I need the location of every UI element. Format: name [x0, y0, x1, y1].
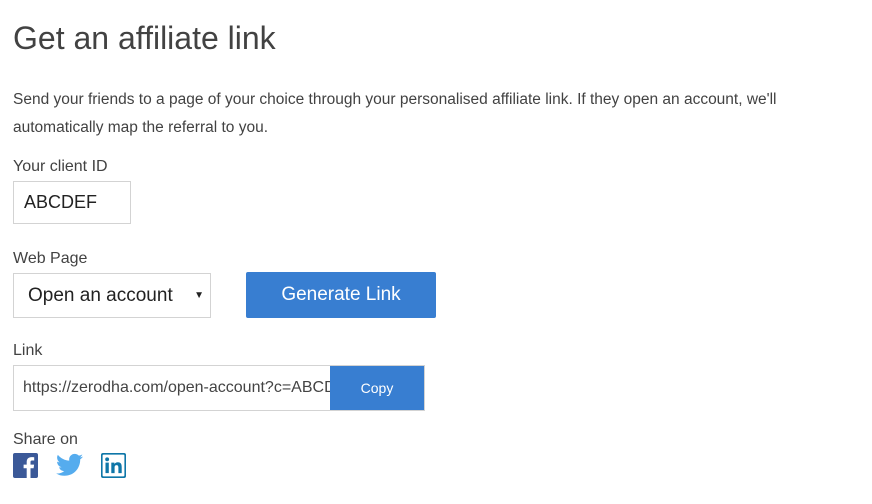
client-id-field[interactable]: ABCDEF: [13, 181, 131, 224]
dropdown-arrow-icon: ▼: [194, 290, 204, 301]
client-id-label: Your client ID: [13, 158, 108, 175]
affiliate-link-page: Get an affiliate link Send your friends …: [0, 0, 872, 504]
page-description: Send your friends to a page of your choi…: [13, 91, 777, 136]
linkedin-icon[interactable]: [101, 453, 126, 478]
web-page-label: Web Page: [13, 250, 88, 267]
web-page-selected-value: Open an account: [28, 285, 173, 306]
generate-link-button[interactable]: Generate Link: [246, 272, 436, 318]
facebook-icon[interactable]: [13, 453, 38, 478]
share-label: Share on: [13, 431, 78, 448]
link-label: Link: [13, 342, 43, 359]
link-field-group: https://zerodha.com/open-account?c=ABCDE…: [13, 365, 425, 411]
twitter-icon[interactable]: [56, 453, 83, 477]
page-title: Get an affiliate link: [13, 20, 276, 56]
copy-button[interactable]: Copy: [330, 366, 424, 410]
web-page-select[interactable]: Open an account ▼: [13, 273, 211, 318]
link-input[interactable]: https://zerodha.com/open-account?c=ABCDE…: [23, 366, 331, 410]
